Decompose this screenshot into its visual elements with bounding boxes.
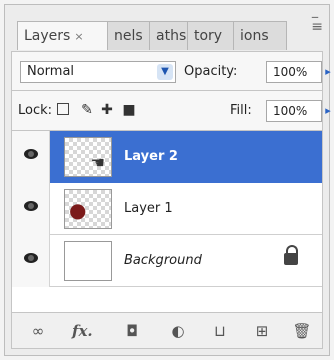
layer-name: Layer 2	[124, 149, 178, 164]
add-mask-icon[interactable]: ◘	[122, 321, 142, 341]
lock-image-pixels-icon[interactable]: ✎	[78, 101, 96, 119]
new-group-icon[interactable]: ⊔	[210, 321, 230, 341]
lock-position-icon[interactable]: ✚	[98, 101, 116, 119]
layer-list: ☚ Layer 2 ● Layer 1 Background	[11, 131, 323, 313]
delete-layer-icon[interactable]: 🗑	[292, 321, 312, 341]
layer-row[interactable]: Background	[12, 235, 322, 287]
blend-mode-select[interactable]: Normal ▼	[20, 61, 176, 83]
tab-layers[interactable]: Layers ×	[17, 21, 119, 50]
link-layers-icon[interactable]: ∞	[28, 321, 48, 341]
chevron-down-icon[interactable]: ▼	[157, 64, 173, 80]
lock-icon	[284, 245, 298, 267]
fill-slider-arrow-icon[interactable]: ▸	[322, 100, 334, 122]
visibility-toggle[interactable]	[12, 183, 50, 235]
opacity-slider-arrow-icon[interactable]: ▸	[322, 61, 334, 83]
opacity-label: Opacity:	[184, 64, 238, 79]
eye-icon[interactable]	[24, 253, 38, 263]
lock-transparent-pixels-icon[interactable]	[54, 101, 72, 119]
layer-name: Layer 1	[124, 201, 173, 216]
layer-thumbnail: ●	[64, 189, 112, 229]
blend-row: Normal ▼ Opacity: 100% ▸	[11, 51, 331, 91]
layers-panel: – ≡ Layers × nels aths tory ions Normal ▼…	[4, 4, 331, 356]
opacity-input[interactable]: 100%	[266, 61, 322, 83]
fill-input[interactable]: 100%	[266, 100, 322, 122]
visibility-toggle[interactable]	[12, 131, 50, 183]
close-tab-icon[interactable]: ×	[74, 30, 83, 43]
fill-label: Fill:	[230, 103, 252, 118]
layer-thumbnail	[64, 241, 112, 281]
blend-mode-value: Normal	[27, 64, 75, 79]
layer-row[interactable]: ● Layer 1	[12, 183, 322, 235]
layer-select-area[interactable]: ☚ Layer 2	[50, 131, 322, 183]
image-content-icon: ●	[69, 198, 87, 222]
lock-all-icon[interactable]: ■	[120, 101, 138, 119]
new-layer-icon[interactable]: ⊞	[252, 321, 272, 341]
layer-name: Background	[124, 253, 202, 268]
layer-thumbnail: ☚	[64, 137, 112, 177]
tab-label: aths	[156, 28, 187, 44]
cursor-hand-icon: ☚	[90, 153, 105, 172]
tab-label: Layers	[24, 28, 71, 44]
tab-label: ions	[240, 28, 269, 44]
fx-icon[interactable]: fx.	[72, 321, 93, 341]
layer-select-area[interactable]: ● Layer 1	[50, 183, 322, 235]
adjustment-layer-icon[interactable]: ◐	[168, 321, 188, 341]
lock-row: Lock: ✎ ✚ ■ Fill: 100% ▸	[11, 91, 331, 131]
opacity-value: 100%	[273, 65, 308, 79]
visibility-toggle[interactable]	[12, 235, 50, 287]
lock-label: Lock:	[18, 103, 53, 118]
fill-value: 100%	[273, 104, 308, 118]
layers-bottom-toolbar: ∞ fx. ◘ ◐ ⊔ ⊞ 🗑	[11, 313, 323, 349]
tab-label: tory	[194, 28, 223, 44]
eye-icon[interactable]	[24, 149, 38, 159]
layer-row[interactable]: ☚ Layer 2	[12, 131, 322, 183]
tab-label: nels	[114, 28, 143, 44]
panel-tabs: Layers × nels aths tory ions	[11, 21, 323, 50]
eye-icon[interactable]	[24, 201, 38, 211]
layer-select-area[interactable]: Background	[50, 235, 322, 287]
tab-actions[interactable]: ions	[233, 21, 287, 50]
